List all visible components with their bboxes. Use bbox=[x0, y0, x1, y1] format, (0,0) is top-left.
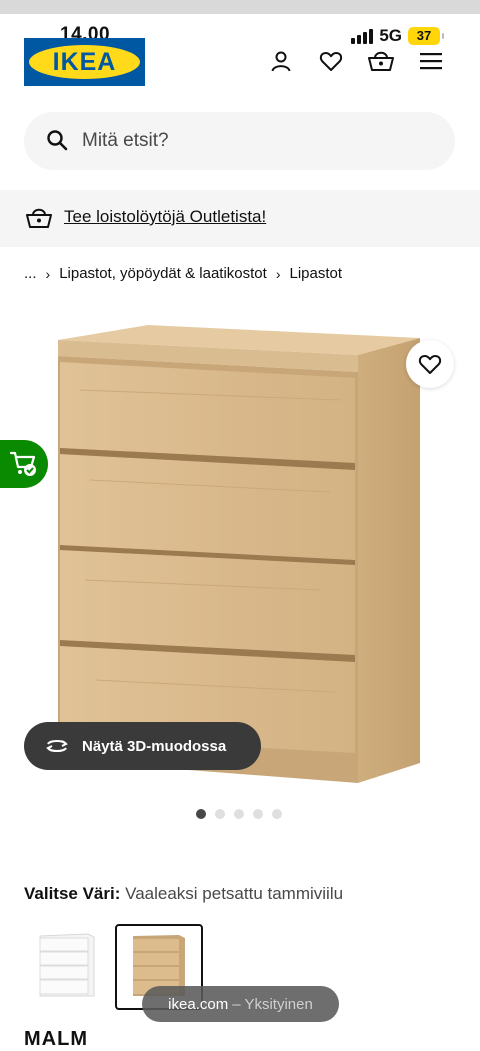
user-icon[interactable] bbox=[268, 48, 294, 74]
color-selector-label: Valitse Väri: Vaaleaksi petsattu tammivi… bbox=[24, 884, 343, 904]
browser-url-pill[interactable]: ikea.com – Yksityinen bbox=[142, 986, 339, 1022]
view-3d-button[interactable]: Näytä 3D-muodossa bbox=[24, 722, 261, 770]
color-label-title: Valitse Väri: bbox=[24, 884, 121, 903]
search-placeholder: Mitä etsit? bbox=[82, 130, 169, 151]
breadcrumb-item-current[interactable]: Lipastot bbox=[290, 265, 343, 282]
color-selected-value: Vaaleaksi petsattu tammiviilu bbox=[125, 884, 344, 903]
url-domain: ikea.com bbox=[168, 995, 229, 1013]
network-type: 5G bbox=[379, 26, 402, 45]
ikea-logo[interactable]: IKEA bbox=[24, 38, 145, 86]
breadcrumb-item-category[interactable]: Lipastot, yöpöydät & laatikostot bbox=[59, 265, 267, 282]
shopping-cart-button[interactable] bbox=[0, 440, 48, 488]
heart-icon[interactable] bbox=[318, 48, 344, 74]
menu-icon[interactable] bbox=[418, 48, 444, 74]
outlet-basket-icon bbox=[26, 206, 52, 235]
add-to-wishlist-button[interactable] bbox=[406, 340, 454, 388]
header-actions bbox=[268, 48, 444, 74]
chevron-right-icon: › bbox=[45, 265, 51, 282]
view-3d-label: Näytä 3D-muodossa bbox=[82, 737, 227, 755]
chevron-right-icon: › bbox=[275, 265, 281, 282]
outlet-promo-link[interactable]: Tee loistolöytöjä Outletista! bbox=[64, 207, 266, 227]
carousel-dot[interactable] bbox=[215, 809, 225, 819]
white-dresser-thumbnail bbox=[39, 933, 95, 997]
rotate-3d-icon bbox=[44, 737, 70, 755]
color-swatch-white[interactable] bbox=[24, 924, 108, 1006]
search-icon bbox=[46, 129, 68, 156]
carousel-dot[interactable] bbox=[253, 809, 263, 819]
battery-icon: 37 bbox=[408, 27, 444, 45]
carousel-pagination bbox=[196, 809, 282, 819]
carousel-dot-active[interactable] bbox=[196, 809, 206, 819]
browser-top-bar bbox=[0, 0, 480, 14]
private-mode-label: – Yksityinen bbox=[232, 995, 313, 1013]
breadcrumb-ellipsis[interactable]: ... bbox=[24, 265, 37, 282]
status-indicators: 5G 37 bbox=[351, 26, 444, 46]
heart-icon bbox=[418, 355, 442, 374]
product-title: MALM bbox=[24, 1028, 88, 1050]
cart-check-icon bbox=[9, 451, 36, 476]
breadcrumb: ... › Lipastot, yöpöydät & laatikostot ›… bbox=[24, 265, 342, 282]
carousel-dot[interactable] bbox=[272, 809, 282, 819]
basket-icon[interactable] bbox=[368, 48, 394, 74]
carousel-dot[interactable] bbox=[234, 809, 244, 819]
signal-icon bbox=[351, 28, 374, 44]
outlet-promo-banner[interactable]: Tee loistolöytöjä Outletista! bbox=[0, 190, 480, 247]
search-input[interactable]: Mitä etsit? bbox=[24, 112, 455, 170]
